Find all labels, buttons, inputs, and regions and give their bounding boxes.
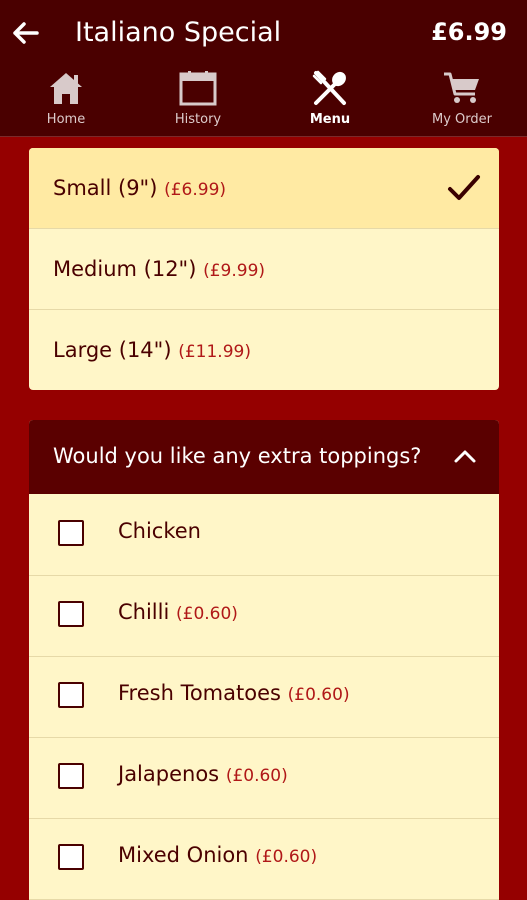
topping-fresh-tomatoes[interactable]: Fresh Tomatoes (£0.60) bbox=[29, 657, 499, 738]
topping-checkbox[interactable] bbox=[58, 844, 84, 870]
size-option-label: Medium (12") (£9.99) bbox=[53, 257, 266, 281]
nav-history[interactable]: History bbox=[132, 68, 264, 136]
home-icon bbox=[50, 73, 82, 104]
top-bar: Italiano Special £6.99 bbox=[0, 0, 527, 68]
nav-menu-label: Menu bbox=[309, 112, 351, 127]
topping-jalapenos[interactable]: Jalapenos (£0.60) bbox=[29, 738, 499, 819]
topping-label: Chicken bbox=[118, 519, 201, 543]
size-option-label: Large (14") (£11.99) bbox=[53, 338, 251, 362]
toppings-header[interactable]: Would you like any extra toppings? bbox=[29, 420, 499, 494]
topping-price: (£0.60) bbox=[176, 604, 238, 624]
topping-label: Jalapenos (£0.60) bbox=[118, 762, 288, 786]
nav-history-label: History bbox=[174, 112, 222, 127]
size-option-small[interactable]: Small (9") (£6.99) bbox=[29, 148, 499, 229]
topping-label: Mixed Onion (£0.60) bbox=[118, 843, 318, 867]
size-options-panel: Small (9") (£6.99) Medium (12") (£9.99) … bbox=[29, 148, 499, 390]
cart-icon bbox=[444, 72, 479, 103]
toppings-panel: Would you like any extra toppings? Chick… bbox=[29, 420, 499, 900]
size-option-large[interactable]: Large (14") (£11.99) bbox=[29, 310, 499, 390]
nav-bar: Home History Menu My Order bbox=[0, 68, 527, 136]
topping-chilli[interactable]: Chilli (£0.60) bbox=[29, 576, 499, 657]
topping-checkbox[interactable] bbox=[58, 763, 84, 789]
toppings-question: Would you like any extra toppings? bbox=[53, 444, 422, 468]
nav-menu[interactable]: Menu bbox=[264, 68, 396, 136]
header-price: £6.99 bbox=[431, 18, 507, 46]
chevron-up-icon[interactable] bbox=[453, 447, 477, 465]
back-arrow-icon[interactable] bbox=[10, 18, 40, 48]
topping-price: (£0.60) bbox=[225, 766, 288, 786]
size-option-price: (£6.99) bbox=[164, 180, 227, 200]
topping-label: Fresh Tomatoes (£0.60) bbox=[118, 681, 350, 705]
checkmark-icon bbox=[448, 175, 480, 200]
topping-label: Chilli (£0.60) bbox=[118, 600, 238, 624]
nav-my-order[interactable]: My Order bbox=[396, 68, 527, 136]
topping-price: (£0.60) bbox=[287, 685, 350, 705]
fork-spoon-icon bbox=[312, 70, 346, 105]
nav-home[interactable]: Home bbox=[0, 68, 132, 136]
topping-price: (£0.60) bbox=[255, 847, 318, 867]
app-header: Italiano Special £6.99 Home History Menu… bbox=[0, 0, 527, 137]
topping-checkbox[interactable] bbox=[58, 682, 84, 708]
page-title: Italiano Special bbox=[75, 17, 282, 48]
size-option-price: (£11.99) bbox=[178, 342, 251, 362]
size-option-medium[interactable]: Medium (12") (£9.99) bbox=[29, 229, 499, 310]
size-option-label: Small (9") (£6.99) bbox=[53, 176, 227, 200]
topping-checkbox[interactable] bbox=[58, 601, 84, 627]
topping-chicken[interactable]: Chicken bbox=[29, 495, 499, 576]
calendar-icon bbox=[179, 71, 217, 106]
nav-home-label: Home bbox=[46, 112, 86, 127]
size-option-price: (£9.99) bbox=[203, 261, 266, 281]
topping-mixed-onion[interactable]: Mixed Onion (£0.60) bbox=[29, 819, 499, 900]
topping-checkbox[interactable] bbox=[58, 520, 84, 546]
nav-my-order-label: My Order bbox=[432, 112, 492, 127]
